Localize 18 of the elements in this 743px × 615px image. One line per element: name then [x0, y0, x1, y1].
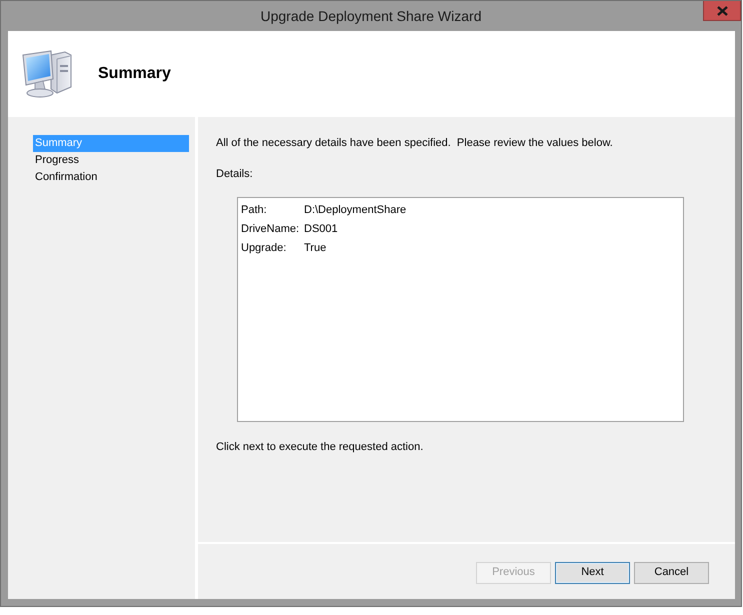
- window-title: Upgrade Deployment Share Wizard: [260, 7, 482, 25]
- close-icon: [716, 6, 728, 16]
- wizard-button[interactable]: Next: [555, 562, 630, 584]
- detail-value: D:\DeploymentShare: [304, 204, 406, 218]
- detail-value: DS001: [304, 223, 338, 236]
- close-button[interactable]: [703, 1, 741, 21]
- detail-name: DriveName:: [241, 223, 300, 236]
- step-item[interactable]: Progress: [33, 152, 189, 169]
- computer-icon: [21, 49, 73, 99]
- intro-text: All of the necessary details have been specified. Please review the values below.: [216, 137, 614, 150]
- details-label: Details:: [216, 168, 254, 182]
- detail-name: Path:: [241, 204, 268, 218]
- wizard-button[interactable]: Cancel: [634, 562, 709, 584]
- instruction-text: Click next to execute the requested action.: [216, 441, 424, 455]
- page-title: Summary: [98, 64, 171, 84]
- step-item[interactable]: Confirmation: [33, 169, 189, 186]
- detail-name: Upgrade:: [241, 242, 288, 256]
- detail-value: True: [304, 242, 326, 256]
